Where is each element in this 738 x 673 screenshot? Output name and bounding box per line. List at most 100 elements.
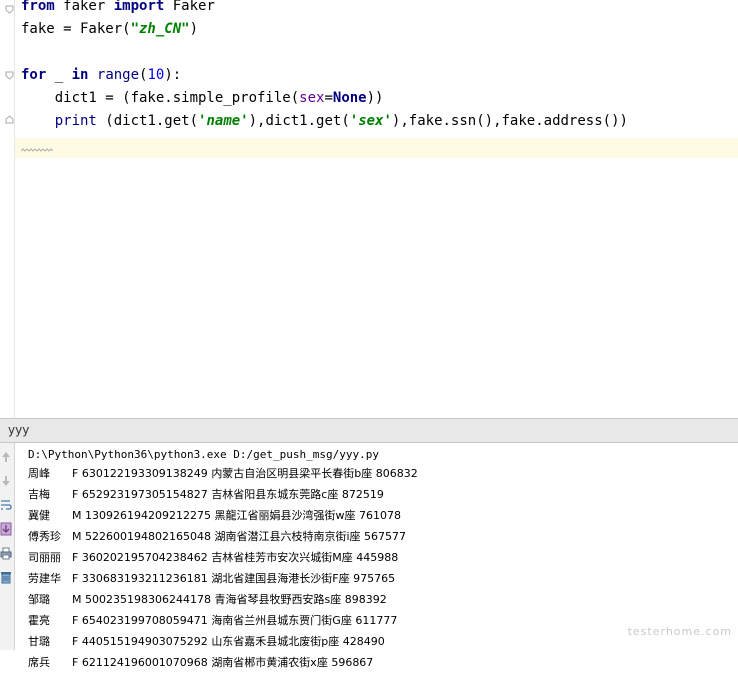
console-ssn: 621124196001070968 bbox=[81, 656, 208, 669]
console-output-row: 周峰 F 630122193309138249 内蒙古自治区明县梁平长春街b座 8… bbox=[28, 463, 418, 484]
code-token: _ bbox=[46, 67, 72, 83]
console-ssn: 630122193309138249 bbox=[81, 467, 208, 480]
console-sex: F bbox=[72, 467, 79, 480]
stop-icon[interactable] bbox=[0, 474, 12, 488]
console-name: 傅秀珍 bbox=[28, 530, 61, 543]
console-output-row: 吉梅 F 652923197305154827 吉林省阳县东城东莞路c座 8725… bbox=[28, 484, 384, 505]
code-token: None bbox=[332, 90, 367, 106]
code-token: print bbox=[54, 113, 97, 129]
console-sex: M bbox=[72, 593, 82, 606]
editor-gutter bbox=[0, 0, 15, 418]
code-token: (dict1.get( bbox=[96, 113, 199, 129]
code-token: fake = Faker( bbox=[21, 21, 131, 37]
console-name: 司丽丽 bbox=[28, 551, 61, 564]
console-ssn: 360202195704238462 bbox=[81, 551, 208, 564]
console-ssn: 654023199708059471 bbox=[81, 614, 208, 627]
run-toolbar bbox=[0, 443, 15, 650]
code-token: import bbox=[113, 0, 165, 14]
code-token: dict1 = (fake.simple_profile( bbox=[21, 90, 300, 106]
run-panel-header[interactable]: yyy bbox=[0, 418, 738, 443]
code-token: for bbox=[21, 67, 47, 83]
console-address: 内蒙古自治区明县梁平长春街b座 806832 bbox=[211, 467, 418, 480]
warning-squiggle bbox=[21, 148, 53, 152]
console-name: 邹璐 bbox=[28, 593, 50, 606]
console-ssn: 130926194209212275 bbox=[85, 509, 211, 522]
fold-icon[interactable] bbox=[5, 115, 14, 124]
code-token: ) bbox=[189, 21, 199, 37]
console-address: 湖南省潜江县六枝特南京街i座 567577 bbox=[214, 530, 407, 543]
console-name: 霍亮 bbox=[28, 614, 50, 627]
console-sex: F bbox=[72, 572, 79, 585]
code-token: "zh_CN" bbox=[130, 21, 190, 37]
console-address: 湖南省郴市黄浦农街x座 596867 bbox=[211, 656, 374, 669]
console-name: 冀健 bbox=[28, 509, 50, 522]
code-line[interactable]: fake = Faker("zh_CN") bbox=[21, 18, 198, 40]
code-line[interactable]: for _ in range(10): bbox=[21, 64, 181, 86]
console-sex: F bbox=[72, 635, 79, 648]
console-address: 青海省琴县牧野西安路s座 898392 bbox=[214, 593, 387, 606]
console-sex: M bbox=[72, 530, 82, 543]
console-output-row: 傅秀珍 M 522600194802165048 湖南省潜江县六枝特南京街i座 5… bbox=[28, 526, 406, 547]
console-address: 吉林省桂芳市安次兴城街M座 445988 bbox=[211, 551, 399, 564]
console-address: 山东省嘉禾县城北废街p座 428490 bbox=[211, 635, 385, 648]
console-name: 周峰 bbox=[28, 467, 50, 480]
console-name: 席兵 bbox=[28, 656, 50, 669]
console-ssn: 440515194903075292 bbox=[81, 635, 208, 648]
scroll-to-end-icon[interactable] bbox=[0, 522, 12, 536]
watermark: testerhome.com bbox=[627, 625, 732, 638]
rerun-icon[interactable] bbox=[0, 450, 12, 464]
trash-icon[interactable] bbox=[0, 570, 12, 584]
console-address: 湖北省建国县海港长沙街F座 975765 bbox=[211, 572, 396, 585]
fold-icon[interactable] bbox=[5, 71, 14, 80]
console-name: 吉梅 bbox=[28, 488, 50, 501]
code-line[interactable]: dict1 = (fake.simple_profile(sex=None)) bbox=[21, 87, 384, 109]
console-sex: M bbox=[72, 509, 82, 522]
run-console[interactable]: D:\Python\Python36\python3.exe D:/get_pu… bbox=[15, 443, 738, 669]
console-sex: F bbox=[72, 614, 79, 627]
code-token: ): bbox=[164, 67, 182, 83]
code-token: in bbox=[71, 67, 89, 83]
console-name: 甘璐 bbox=[28, 635, 50, 648]
console-output-row: 甘璐 F 440515194903075292 山东省嘉禾县城北废街p座 4284… bbox=[28, 631, 385, 652]
code-token: range bbox=[96, 67, 140, 83]
console-ssn: 652923197305154827 bbox=[81, 488, 208, 501]
code-token: faker bbox=[54, 0, 114, 14]
current-line-highlight bbox=[15, 138, 738, 158]
console-command-line: D:\Python\Python36\python3.exe D:/get_pu… bbox=[28, 448, 379, 461]
console-ssn: 522600194802165048 bbox=[85, 530, 211, 543]
run-tab-title[interactable]: yyy bbox=[8, 423, 29, 437]
code-token: )) bbox=[366, 90, 384, 106]
console-output-row: 冀健 M 130926194209212275 黑龍江省丽娟县沙湾强街w座 761… bbox=[28, 505, 401, 526]
code-token: 10 bbox=[147, 67, 165, 83]
code-token: ),dict1.get( bbox=[248, 113, 350, 129]
console-sex: F bbox=[72, 551, 79, 564]
code-editor[interactable]: from faker import Faker fake = Faker("zh_… bbox=[0, 0, 738, 418]
soft-wrap-icon[interactable] bbox=[0, 498, 12, 512]
code-token: Faker bbox=[164, 0, 215, 14]
code-line[interactable]: from faker import Faker bbox=[21, 0, 215, 17]
console-output-row: 席兵 F 621124196001070968 湖南省郴市黄浦农街x座 59686… bbox=[28, 652, 373, 673]
console-address: 吉林省阳县东城东莞路c座 872519 bbox=[211, 488, 384, 501]
console-output-row: 邹璐 M 500235198306244178 青海省琴县牧野西安路s座 8983… bbox=[28, 589, 387, 610]
console-output-row: 司丽丽 F 360202195704238462 吉林省桂芳市安次兴城街M座 44… bbox=[28, 547, 398, 568]
code-token: sex bbox=[299, 90, 325, 106]
code-token: from bbox=[21, 0, 55, 14]
fold-icon[interactable] bbox=[5, 5, 14, 14]
code-token: 'sex' bbox=[349, 113, 392, 129]
code-token: ),fake.ssn(),fake.address()) bbox=[391, 113, 628, 129]
console-ssn: 330683193211236181 bbox=[81, 572, 208, 585]
code-token: 'name' bbox=[198, 113, 249, 129]
code-line[interactable]: print (dict1.get('name'),dict1.get('sex'… bbox=[21, 110, 628, 132]
code-token: = bbox=[324, 90, 333, 106]
console-ssn: 500235198306244178 bbox=[85, 593, 211, 606]
console-address: 海南省兰州县城东贾门街G座 611777 bbox=[211, 614, 398, 627]
console-output-row: 劳建华 F 330683193211236181 湖北省建国县海港长沙街F座 97… bbox=[28, 568, 395, 589]
console-name: 劳建华 bbox=[28, 572, 61, 585]
console-address: 黑龍江省丽娟县沙湾强街w座 761078 bbox=[214, 509, 401, 522]
print-icon[interactable] bbox=[0, 546, 12, 560]
console-output-row: 霍亮 F 654023199708059471 海南省兰州县城东贾门街G座 611… bbox=[28, 610, 397, 631]
console-sex: F bbox=[72, 488, 79, 501]
console-sex: F bbox=[72, 656, 79, 669]
